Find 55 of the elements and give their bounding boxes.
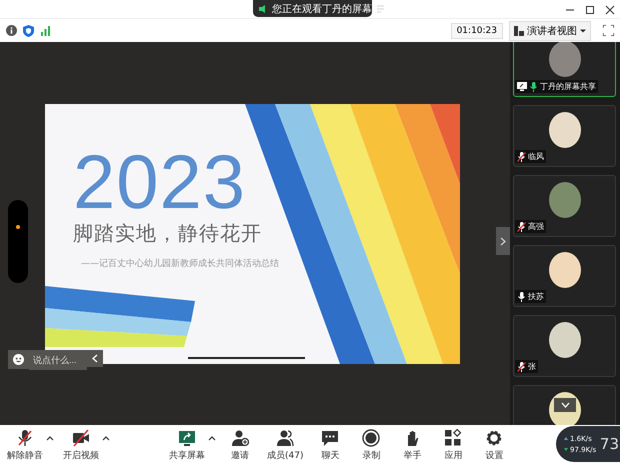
scroll-down-button[interactable] bbox=[554, 398, 576, 412]
participant-tile[interactable]: 张 bbox=[513, 315, 616, 377]
slide-subtitle: ——记百丈中心幼儿园新教师成长共同体活动总结 bbox=[81, 258, 280, 270]
signal-icon[interactable] bbox=[40, 25, 51, 36]
fullscreen-icon[interactable] bbox=[603, 25, 614, 36]
participant-name: 丁丹的屏幕共享 bbox=[540, 81, 596, 92]
slide-year: 2023 bbox=[73, 152, 248, 214]
panel-toggle-button[interactable] bbox=[496, 227, 510, 255]
caret-icon[interactable] bbox=[102, 434, 110, 440]
participant-tile[interactable]: 高强 bbox=[513, 175, 616, 237]
cpu-gauge: 73 bbox=[600, 435, 620, 453]
share-button[interactable]: 共享屏幕 bbox=[166, 426, 208, 464]
people-icon bbox=[276, 428, 294, 446]
close-icon[interactable] bbox=[605, 5, 615, 15]
record-button[interactable]: 录制 bbox=[354, 426, 388, 464]
mic-button[interactable]: 解除静音 bbox=[4, 426, 46, 464]
settings-icon bbox=[485, 428, 504, 446]
info-icon[interactable] bbox=[6, 25, 17, 36]
participant-tile[interactable]: 临风 bbox=[513, 105, 616, 167]
participant-name: 高强 bbox=[528, 221, 544, 232]
chevron-down-icon bbox=[560, 402, 570, 408]
participant-name: 张 bbox=[528, 361, 536, 372]
slide-title: 脚踏实地，静待花开 bbox=[73, 220, 263, 246]
record-icon bbox=[362, 428, 380, 446]
collapse-icon[interactable] bbox=[87, 350, 103, 367]
participant-tile[interactable]: 丁丹的屏幕共享 bbox=[513, 42, 616, 97]
camera-off-icon bbox=[72, 428, 90, 446]
participant-name: 扶苏 bbox=[528, 291, 544, 302]
chat-button[interactable]: 聊天 bbox=[313, 426, 348, 464]
invite-button[interactable]: 邀请 bbox=[223, 426, 257, 464]
apps-button[interactable]: 应用 bbox=[436, 426, 470, 464]
add-person-icon bbox=[231, 428, 249, 446]
chat-bubble-icon bbox=[321, 428, 340, 446]
speaker-icon bbox=[258, 4, 268, 14]
shield-icon[interactable] bbox=[23, 24, 34, 36]
participant-tile[interactable]: 扶苏 bbox=[513, 245, 616, 307]
hand-button[interactable]: 举手 bbox=[395, 426, 430, 464]
maximize-icon[interactable] bbox=[585, 5, 595, 15]
emoji-icon[interactable] bbox=[8, 350, 29, 369]
settings-button[interactable]: 设置 bbox=[477, 426, 512, 464]
caret-icon bbox=[580, 28, 586, 34]
chat-input[interactable]: 说点什么... bbox=[29, 350, 87, 370]
video-button[interactable]: 开启视频 bbox=[60, 426, 102, 464]
screen-share-icon bbox=[178, 428, 196, 446]
muted-mic-icon bbox=[16, 428, 34, 446]
caret-icon[interactable] bbox=[46, 434, 54, 440]
layout-icon bbox=[514, 26, 524, 36]
members-button[interactable]: 成员(47) bbox=[264, 426, 306, 464]
participant-name: 临风 bbox=[528, 151, 544, 162]
chevron-right-icon bbox=[500, 236, 506, 246]
caret-icon[interactable] bbox=[208, 434, 216, 440]
banner-text: 您正在观看丁丹的屏幕 bbox=[272, 2, 372, 16]
meeting-timer: 01:10:23 bbox=[450, 22, 503, 38]
view-mode-button[interactable]: 演讲者视图 bbox=[509, 20, 591, 40]
apps-icon bbox=[444, 428, 462, 446]
